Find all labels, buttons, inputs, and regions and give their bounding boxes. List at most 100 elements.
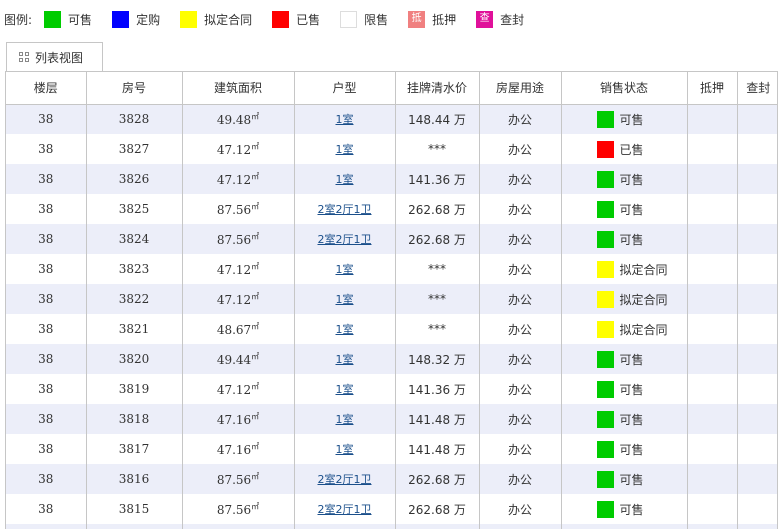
sale-status-cell: 拟定合同 [561, 284, 688, 314]
sale-status-cell: 已售 [561, 134, 688, 164]
unit-type-link[interactable]: 1室 [336, 323, 354, 336]
price-cell: *** [395, 254, 480, 284]
status-badge: 已售 [562, 140, 687, 158]
seizure-cell [737, 344, 777, 374]
status-swatch [596, 140, 614, 158]
column-header: 户型 [294, 72, 396, 105]
unit-type-cell: 1室 [294, 344, 396, 374]
unit-type-link[interactable]: 1室 [336, 413, 354, 426]
room-number-cell: 3825 [86, 194, 183, 224]
usage-cell: 办公 [479, 254, 562, 284]
usage-cell: 办公 [479, 284, 562, 314]
status-swatch [596, 260, 614, 278]
tab-list-view-label: 列表视图 [35, 50, 84, 65]
table-header: 楼层 房号 建筑面积 户型 挂牌清水价 房屋用途 销售状态 抵押 查封 [6, 72, 777, 105]
status-label: 拟定合同 [619, 322, 668, 337]
unit-type-link[interactable]: 1室 [336, 383, 354, 396]
unit-type-link[interactable]: 1室 [336, 353, 354, 366]
status-label: 可售 [619, 442, 644, 457]
seizure-cell [737, 134, 777, 164]
price-cell: *** [395, 314, 480, 344]
mortgage-cell [687, 434, 738, 464]
seizure-cell [737, 194, 777, 224]
sale-status-cell: 可售 [561, 164, 688, 194]
usage-cell: 办公 [479, 374, 562, 404]
floor-cell: 38 [6, 434, 87, 464]
room-list-table: 楼层 房号 建筑面积 户型 挂牌清水价 房屋用途 销售状态 抵押 查封 38 3828 49.48㎡… [5, 71, 778, 529]
area-cell: 87.56㎡ [182, 224, 295, 254]
unit-type-link[interactable]: 2室2厅1卫 [318, 503, 372, 516]
tab-list-view[interactable]: 列表视图 [6, 42, 103, 71]
status-badge: 可售 [562, 500, 687, 518]
status-swatch [596, 200, 614, 218]
room-number-cell: 3827 [86, 134, 183, 164]
column-header: 楼层 [6, 72, 87, 105]
area-cell: 87.56㎡ [182, 464, 295, 494]
floor-cell: 38 [6, 494, 87, 524]
area-cell: 47.12㎡ [182, 254, 295, 284]
seizure-cell [737, 404, 777, 434]
sale-status-cell: 可售 [561, 344, 688, 374]
status-badge: 可售 [562, 110, 687, 128]
unit-type-link[interactable]: 1室 [336, 143, 354, 156]
status-badge: 可售 [562, 170, 687, 188]
unit-type-cell: 2室2厅1卫 [294, 494, 396, 524]
grid-view-icon [19, 52, 29, 62]
mortgage-cell [687, 374, 738, 404]
unit-type-link[interactable]: 1室 [336, 263, 354, 276]
legend-label: 已售 [296, 12, 321, 27]
area-cell: 48.67㎡ [182, 314, 295, 344]
usage-cell: 办公 [479, 224, 562, 254]
seizure-cell [737, 224, 777, 254]
status-label: 可售 [619, 232, 644, 247]
table-row: 38 3822 47.12㎡ 1室 *** 办公 拟定合同 [6, 284, 777, 314]
unit-type-link[interactable]: 2室2厅1卫 [318, 233, 372, 246]
unit-type-cell: 2室2厅1卫 [294, 194, 396, 224]
status-swatch [596, 350, 614, 368]
unit-type-link[interactable]: 1室 [336, 173, 354, 186]
usage-cell: 办公 [479, 494, 562, 524]
legend-swatch [272, 10, 290, 28]
price-cell: 262.68 万 [395, 464, 480, 494]
table-row: 38 3818 47.16㎡ 1室 141.48 万办公 可售 [6, 404, 777, 434]
room-number-cell: 3824 [86, 224, 183, 254]
area-cell: 47.12㎡ [182, 524, 295, 529]
room-number-cell: 3816 [86, 464, 183, 494]
table-row: 38 3827 47.12㎡ 1室 *** 办公 已售 [6, 134, 777, 164]
area-cell: 47.12㎡ [182, 134, 295, 164]
legend-label: 可售 [68, 12, 93, 27]
status-swatch [596, 380, 614, 398]
column-header: 房号 [86, 72, 183, 105]
seizure-cell [737, 314, 777, 344]
table-row: 38 3816 87.56㎡ 2室2厅1卫 262.68 万办公 可售 [6, 464, 777, 494]
status-badge: 可售 [562, 440, 687, 458]
sale-status-cell: 可售 [561, 224, 688, 254]
seizure-cell [737, 164, 777, 194]
table-row: 38 3815 87.56㎡ 2室2厅1卫 262.68 万办公 可售 [6, 494, 777, 524]
unit-type-link[interactable]: 2室2厅1卫 [318, 473, 372, 486]
floor-cell: 38 [6, 164, 87, 194]
usage-cell: 办公 [479, 134, 562, 164]
table-row: 38 3823 47.12㎡ 1室 *** 办公 拟定合同 [6, 254, 777, 284]
sale-status-cell: 可售 [561, 194, 688, 224]
unit-type-link[interactable]: 2室2厅1卫 [318, 203, 372, 216]
legend-title: 图例: [4, 12, 33, 27]
table-row: 38381447.12㎡1室141.36 万办公可售 [6, 524, 777, 529]
column-header: 查封 [737, 72, 777, 105]
table-row: 38 3821 48.67㎡ 1室 *** 办公 拟定合同 [6, 314, 777, 344]
legend-swatch [112, 10, 130, 28]
unit-type-cell: 1室 [294, 164, 396, 194]
floor-cell: 38 [6, 194, 87, 224]
unit-type-cell: 2室2厅1卫 [294, 224, 396, 254]
column-header: 销售状态 [561, 72, 688, 105]
status-swatch [596, 500, 614, 518]
unit-type-link[interactable]: 1室 [336, 293, 354, 306]
price-cell: 148.44 万 [395, 104, 480, 134]
mortgage-cell [687, 314, 738, 344]
unit-type-link[interactable]: 1室 [336, 443, 354, 456]
floor-cell: 38 [6, 254, 87, 284]
status-swatch [596, 320, 614, 338]
unit-type-link[interactable]: 1室 [336, 113, 354, 126]
seizure-cell [737, 494, 777, 524]
room-number-cell: 3818 [86, 404, 183, 434]
